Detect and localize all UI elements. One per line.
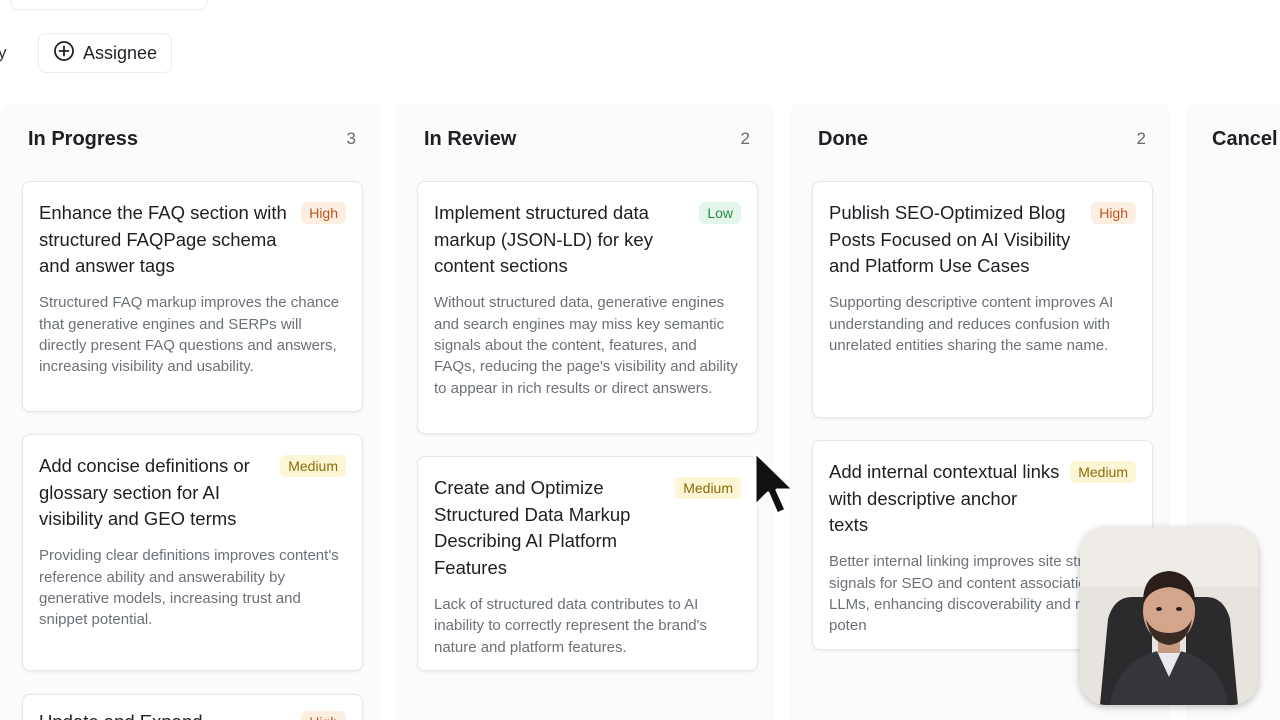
column-title: Done bbox=[818, 127, 868, 150]
task-description: Providing clear definitions improves con… bbox=[39, 547, 339, 629]
task-description: Structured FAQ markup improves the chanc… bbox=[39, 294, 340, 376]
task-title: Create and Optimize Structured Data Mark… bbox=[434, 477, 631, 579]
task-description: Lack of structured data contributes to A… bbox=[434, 595, 707, 656]
task-description: Without structured data, generative engi… bbox=[434, 294, 738, 397]
task-title: Add concise definitions or glossary sect… bbox=[39, 455, 250, 530]
column-title: In Review bbox=[424, 127, 517, 150]
filter-button-partial[interactable]: y bbox=[0, 34, 19, 72]
task-card[interactable]: Create and Optimize Structured Data Mark… bbox=[417, 456, 758, 671]
task-card[interactable]: Add concise definitions or glossary sect… bbox=[22, 434, 363, 671]
priority-badge: Medium bbox=[280, 455, 346, 477]
assignee-filter-button[interactable]: Assignee bbox=[38, 33, 173, 73]
priority-badge: High bbox=[301, 711, 346, 720]
column-title: Cancel bbox=[1212, 127, 1278, 150]
column-header: Done 2 bbox=[790, 126, 1170, 152]
task-title: Update and Expand bbox=[39, 709, 203, 720]
column-header: In Progress 3 bbox=[0, 126, 380, 152]
task-title: Implement structured data markup (JSON-L… bbox=[434, 202, 653, 277]
task-title: Add internal contextual links with descr… bbox=[829, 461, 1060, 536]
filter-partial-label: y bbox=[0, 43, 7, 62]
column-title: In Progress bbox=[28, 127, 139, 150]
priority-badge: High bbox=[301, 202, 346, 224]
assignee-filter-label: Assignee bbox=[83, 42, 158, 63]
task-title: Publish SEO-Optimized Blog Posts Focused… bbox=[829, 202, 1071, 277]
task-description: Supporting descriptive content improves … bbox=[829, 294, 1114, 354]
task-card[interactable]: Update and Expand High bbox=[22, 694, 363, 720]
top-search-field[interactable] bbox=[10, 0, 208, 10]
plus-circle-icon bbox=[53, 40, 75, 67]
priority-badge: Medium bbox=[675, 477, 741, 499]
column-count: 2 bbox=[1136, 129, 1146, 148]
priority-badge: Low bbox=[699, 202, 741, 224]
presenter-video-icon bbox=[1080, 527, 1258, 705]
task-card[interactable]: Implement structured data markup (JSON-L… bbox=[417, 181, 758, 434]
column-header: Cancel bbox=[1186, 126, 1280, 152]
priority-badge: High bbox=[1091, 202, 1136, 224]
column-count: 3 bbox=[346, 129, 356, 148]
task-card[interactable]: Publish SEO-Optimized Blog Posts Focused… bbox=[812, 181, 1153, 418]
column-header: In Review 2 bbox=[396, 126, 774, 152]
webcam-overlay bbox=[1080, 527, 1258, 705]
task-title: Enhance the FAQ section with structured … bbox=[39, 202, 287, 277]
priority-badge: Medium bbox=[1070, 461, 1136, 483]
column-count: 2 bbox=[740, 129, 750, 148]
task-card[interactable]: Enhance the FAQ section with structured … bbox=[22, 181, 363, 412]
mouse-cursor-icon bbox=[752, 450, 796, 522]
